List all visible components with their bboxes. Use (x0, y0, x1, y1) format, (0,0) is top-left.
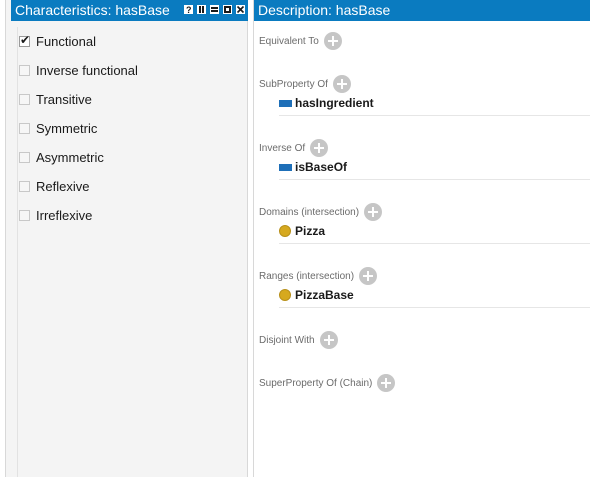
add-circle-icon[interactable] (323, 32, 342, 50)
superproperty-of-chain-section: SuperProperty Of (Chain) (259, 373, 590, 393)
characteristic-label: Reflexive (36, 179, 90, 194)
class-icon (279, 289, 291, 301)
subproperty-of-section: SubProperty Of hasIngredient (259, 74, 590, 116)
description-title: Description: hasBase (258, 2, 391, 18)
subproperty-entry[interactable]: hasIngredient (279, 94, 590, 116)
entry-label: hasIngredient (295, 96, 374, 110)
characteristics-list: ✔ Functional Inverse functional Transiti… (17, 27, 246, 477)
reflexive-checkbox[interactable] (19, 181, 30, 192)
maximize-icon[interactable] (222, 4, 233, 15)
section-label: Ranges (intersection) (259, 270, 355, 282)
asymmetric-checkbox[interactable] (19, 152, 30, 163)
close-icon[interactable] (235, 4, 246, 15)
characteristic-reflexive[interactable]: Reflexive (18, 172, 246, 201)
characteristic-label: Functional (36, 34, 96, 49)
help-icon[interactable]: ? (183, 4, 194, 15)
characteristics-header: Characteristics: hasBase ? (11, 0, 248, 21)
domains-section: Domains (intersection) Pizza (259, 202, 590, 244)
characteristic-transitive[interactable]: Transitive (18, 85, 246, 114)
add-circle-icon[interactable] (377, 374, 396, 392)
section-label: SuperProperty Of (Chain) (259, 377, 373, 389)
characteristics-panel: Characteristics: hasBase ? ✔ Functional … (5, 0, 248, 477)
add-circle-icon[interactable] (359, 267, 378, 285)
inverse-of-entry[interactable]: isBaseOf (279, 158, 590, 180)
characteristic-irreflexive[interactable]: Irreflexive (18, 201, 246, 230)
characteristic-symmetric[interactable]: Symmetric (18, 114, 246, 143)
transitive-checkbox[interactable] (19, 94, 30, 105)
symmetric-checkbox[interactable] (19, 123, 30, 134)
section-label: SubProperty Of (259, 78, 328, 90)
characteristic-functional[interactable]: ✔ Functional (18, 27, 246, 56)
entry-label: Pizza (295, 224, 326, 238)
object-property-icon (279, 99, 292, 107)
characteristic-label: Inverse functional (36, 63, 138, 78)
characteristic-label: Irreflexive (36, 208, 93, 223)
split-icon[interactable] (196, 4, 207, 15)
characteristic-label: Asymmetric (36, 150, 104, 165)
check-mark-icon: ✔ (20, 33, 31, 47)
entry-label: PizzaBase (295, 288, 354, 302)
add-circle-icon[interactable] (332, 75, 351, 93)
characteristic-label: Transitive (36, 92, 92, 107)
object-property-icon (279, 163, 292, 171)
section-label: Domains (intersection) (259, 206, 360, 218)
add-circle-icon[interactable] (319, 331, 338, 349)
section-label: Inverse Of (259, 142, 306, 154)
domain-entry[interactable]: Pizza (279, 222, 590, 244)
section-label: Equivalent To (259, 35, 319, 47)
disjoint-with-section: Disjoint With (259, 330, 590, 350)
inverse-of-section: Inverse Of isBaseOf (259, 138, 590, 180)
entry-label: isBaseOf (295, 160, 348, 174)
range-entry[interactable]: PizzaBase (279, 286, 590, 308)
equivalent-to-section: Equivalent To (259, 31, 590, 51)
characteristics-title: Characteristics: hasBase (15, 2, 170, 18)
description-header: Description: hasBase (254, 0, 590, 21)
characteristic-asymmetric[interactable]: Asymmetric (18, 143, 246, 172)
inverse-functional-checkbox[interactable] (19, 65, 30, 76)
characteristic-inverse-functional[interactable]: Inverse functional (18, 56, 246, 85)
section-label: Disjoint With (259, 334, 315, 346)
characteristic-label: Symmetric (36, 121, 98, 136)
irreflexive-checkbox[interactable] (19, 210, 30, 221)
minimize-icon[interactable] (209, 4, 220, 15)
add-circle-icon[interactable] (310, 139, 329, 157)
characteristics-header-buttons: ? (183, 4, 246, 15)
class-icon (279, 225, 291, 237)
functional-checkbox[interactable]: ✔ (19, 33, 31, 47)
help-glyph: ? (186, 5, 192, 15)
description-panel: Description: hasBase Equivalent To SubPr… (253, 0, 590, 477)
ranges-section: Ranges (intersection) PizzaBase (259, 266, 590, 308)
add-circle-icon[interactable] (364, 203, 383, 221)
